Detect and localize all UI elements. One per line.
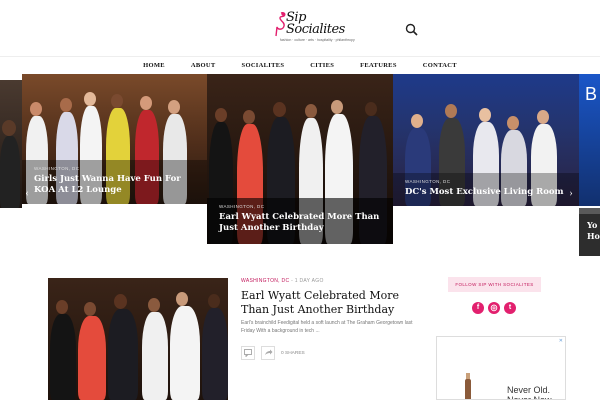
- instagram-icon[interactable]: ◎: [488, 302, 500, 314]
- post-thumbnail[interactable]: [48, 278, 228, 400]
- post-excerpt: Earl's brainchild Feedigital held a soft…: [241, 320, 413, 334]
- slide-4-partial[interactable]: Yo Ho: [579, 208, 600, 256]
- sidebar-ad[interactable]: ✕ Never Old. Never Now: [436, 336, 566, 400]
- slide-partial-left[interactable]: [0, 80, 22, 208]
- slide-location: WASHINGTON, DC: [405, 179, 451, 184]
- slider-next-arrow[interactable]: ›: [564, 187, 578, 201]
- nav-socialites[interactable]: SOCIALITES: [229, 57, 298, 74]
- slide-3[interactable]: WASHINGTON, DC DC's Most Exclusive Livin…: [393, 74, 579, 206]
- twitter-icon[interactable]: t: [504, 302, 516, 314]
- slide-partial-right[interactable]: B: [579, 74, 600, 206]
- post-location[interactable]: WASHINGTON, DC: [241, 278, 289, 284]
- share-count: 0 SHARES: [281, 350, 305, 356]
- slide-location: WASHINGTON, DC: [34, 166, 80, 171]
- comment-icon: [244, 349, 252, 357]
- featured-slider: WASHINGTON, DC Girls Just Wanna Have Fun…: [0, 74, 600, 256]
- site-header: Sip Socialites fashion · culture · arts …: [0, 0, 600, 57]
- nav-features[interactable]: FEATURES: [347, 57, 410, 74]
- ad-close-icon[interactable]: ✕: [559, 338, 563, 344]
- slide-title[interactable]: DC's Most Exclusive Living Room: [405, 187, 567, 198]
- slide-title[interactable]: Girls Just Wanna Have Fun For KOA At L2 …: [34, 174, 196, 196]
- ad-bottle-image: [465, 379, 471, 399]
- post-title[interactable]: Earl Wyatt Celebrated More Than Just Ano…: [241, 289, 421, 317]
- slide-1[interactable]: WASHINGTON, DC Girls Just Wanna Have Fun…: [22, 74, 208, 204]
- partial-letter: B: [585, 84, 598, 104]
- nav-about[interactable]: ABOUT: [178, 57, 229, 74]
- slider-prev-arrow[interactable]: ‹: [20, 187, 34, 201]
- logo-text: Sip Socialites: [286, 10, 345, 37]
- share-icon: [264, 349, 272, 355]
- search-icon: [405, 23, 418, 36]
- ad-text: Never Old. Never Now: [507, 385, 552, 400]
- share-button[interactable]: [261, 346, 275, 360]
- post-meta: WASHINGTON, DC - 1 DAY AGO: [241, 278, 324, 284]
- post-actions: 0 SHARES: [241, 346, 305, 360]
- nav-home[interactable]: HOME: [130, 57, 178, 74]
- nav-contact[interactable]: CONTACT: [410, 57, 470, 74]
- post-time-ago: 1 DAY AGO: [294, 278, 324, 284]
- search-button[interactable]: [404, 22, 420, 38]
- slide-caption: WASHINGTON, DC DC's Most Exclusive Livin…: [393, 173, 579, 206]
- site-logo[interactable]: Sip Socialites fashion · culture · arts …: [268, 10, 355, 46]
- slide-caption: WASHINGTON, DC Girls Just Wanna Have Fun…: [22, 160, 208, 204]
- slide-2[interactable]: WASHINGTON, DC Earl Wyatt Celebrated Mor…: [207, 74, 393, 244]
- facebook-icon[interactable]: f: [472, 302, 484, 314]
- social-links: f ◎ t: [472, 302, 516, 314]
- slide-title[interactable]: Earl Wyatt Celebrated More Than Just Ano…: [219, 212, 381, 234]
- slide-location: WASHINGTON, DC: [219, 204, 265, 209]
- nav-cities[interactable]: CITIES: [297, 57, 347, 74]
- follow-heading: FOLLOW SIP WITH SOCIALITES: [448, 277, 541, 292]
- logo-tagline: fashion · culture · arts · hospitality ·…: [280, 38, 355, 42]
- comment-button[interactable]: [241, 346, 255, 360]
- slide-caption: WASHINGTON, DC Earl Wyatt Celebrated Mor…: [207, 198, 393, 244]
- main-nav: HOME ABOUT SOCIALITES CITIES FEATURES CO…: [0, 57, 600, 74]
- slide-title[interactable]: Yo Ho: [587, 220, 600, 242]
